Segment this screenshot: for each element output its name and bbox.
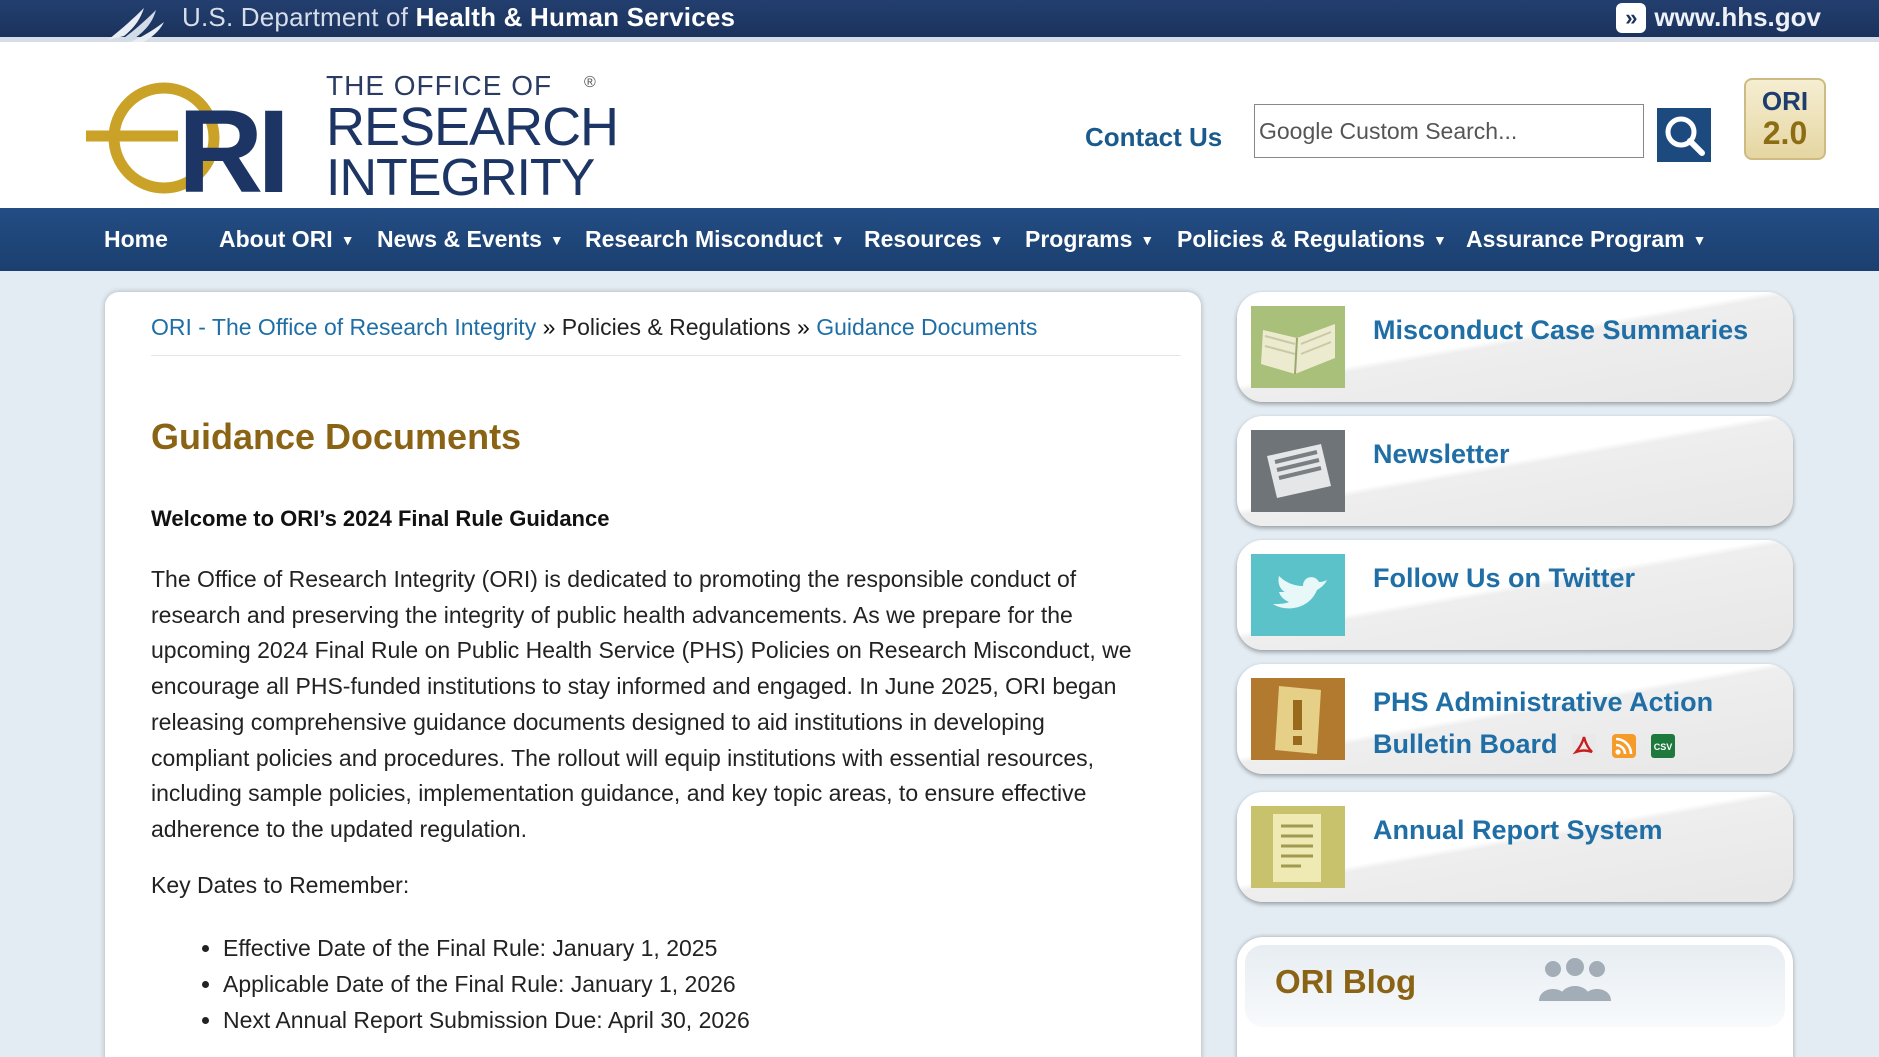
- sidebar-card-follow-twitter[interactable]: Follow Us on Twitter: [1237, 540, 1793, 650]
- chevron-down-icon: ▼: [830, 232, 845, 249]
- nav-policies-regulations[interactable]: Policies & Regulations ▼: [1177, 208, 1447, 271]
- svg-text:RI: RI: [178, 86, 284, 202]
- search-icon: [1665, 116, 1705, 156]
- intro-paragraph: The Office of Research Integrity (ORI) i…: [151, 566, 1132, 842]
- key-dates-list: Effective Date of the Final Rule: Januar…: [223, 930, 750, 1038]
- nav-about-ori[interactable]: About ORI ▼: [219, 208, 355, 271]
- breadcrumb-section: Policies & Regulations: [561, 314, 791, 340]
- chevron-down-icon: ▼: [989, 232, 1004, 249]
- breadcrumb-home-link[interactable]: ORI - The Office of Research Integrity: [151, 314, 536, 340]
- alert-notice-icon: [1251, 678, 1345, 760]
- nav-programs[interactable]: Programs ▼: [1025, 208, 1154, 271]
- list-item: Effective Date of the Final Rule: Januar…: [223, 930, 750, 966]
- csv-icon[interactable]: CSV: [1650, 733, 1676, 759]
- breadcrumb-current-link[interactable]: Guidance Documents: [816, 314, 1037, 340]
- breadcrumb: ORI - The Office of Research Integrity »…: [151, 314, 1181, 356]
- chevron-down-icon: ▼: [1432, 232, 1447, 249]
- chevron-down-icon: ▼: [1140, 232, 1155, 249]
- welcome-heading: Welcome to ORI’s 2024 Final Rule Guidanc…: [151, 506, 610, 531]
- ori-logo[interactable]: RI THE OFFICE OF RESEARCH INTEGRITY ®: [82, 52, 619, 218]
- sidebar-card-annual-report-system[interactable]: Annual Report System: [1237, 792, 1793, 902]
- double-chevron-icon: »: [1616, 2, 1647, 33]
- list-item: Applicable Date of the Final Rule: Janua…: [223, 966, 750, 1002]
- logo-wordmark: THE OFFICE OF RESEARCH INTEGRITY: [326, 70, 619, 207]
- hhs-department-name[interactable]: U.S. Department of Health & Human Servic…: [182, 2, 735, 33]
- sidebar-card-phs-bulletin-board[interactable]: PHS Administrative Action Bulletin Board…: [1237, 664, 1793, 774]
- page-title: Guidance Documents: [151, 416, 522, 457]
- open-book-icon: [1251, 306, 1345, 388]
- chevron-down-icon: ▼: [340, 232, 355, 249]
- list-item: Next Annual Report Submission Due: April…: [223, 1002, 750, 1038]
- hhs-site-link[interactable]: » www.hhs.gov: [1616, 2, 1821, 33]
- sidebar-card-misconduct-case-summaries[interactable]: Misconduct Case Summaries: [1237, 292, 1793, 402]
- rss-icon[interactable]: [1611, 733, 1637, 759]
- search-button[interactable]: [1657, 108, 1711, 162]
- nav-resources[interactable]: Resources ▼: [864, 208, 1003, 271]
- registered-mark-icon: ®: [584, 74, 596, 91]
- main-navigation: Home About ORI ▼ News & Events ▼ Research …: [0, 208, 1879, 271]
- nav-news-events[interactable]: News & Events ▼: [377, 208, 564, 271]
- nav-assurance-program[interactable]: Assurance Program ▼: [1466, 208, 1706, 271]
- hhs-banner: U.S. Department of Health & Human Servic…: [0, 0, 1879, 51]
- nav-research-misconduct[interactable]: Research Misconduct ▼: [585, 208, 845, 271]
- twitter-bird-icon: [1251, 554, 1345, 636]
- pdf-icon[interactable]: [1571, 733, 1597, 759]
- contact-us-link[interactable]: Contact Us: [1085, 122, 1222, 153]
- csv-label: CSV: [1654, 742, 1673, 752]
- ori-blog-panel: ORI Blog: [1237, 937, 1793, 1057]
- main-content: ORI - The Office of Research Integrity »…: [105, 292, 1201, 1057]
- ori-logo-mark-icon: RI: [82, 82, 290, 218]
- ori-2-0-badge[interactable]: ORI 2.0: [1744, 78, 1826, 160]
- chevron-down-icon: ▼: [549, 232, 564, 249]
- site-header: RI THE OFFICE OF RESEARCH INTEGRITY ® Co…: [0, 42, 1879, 218]
- people-group-icon: [1539, 958, 1611, 1001]
- ori-blog-header[interactable]: ORI Blog: [1245, 945, 1785, 1027]
- nav-home[interactable]: Home: [104, 208, 168, 271]
- sidebar-card-newsletter[interactable]: Newsletter: [1237, 416, 1793, 526]
- report-document-icon: [1251, 806, 1345, 888]
- key-dates-label: Key Dates to Remember:: [151, 872, 410, 898]
- search-input[interactable]: [1254, 104, 1644, 158]
- chevron-down-icon: ▼: [1692, 232, 1707, 249]
- newsletter-icon: [1251, 430, 1345, 512]
